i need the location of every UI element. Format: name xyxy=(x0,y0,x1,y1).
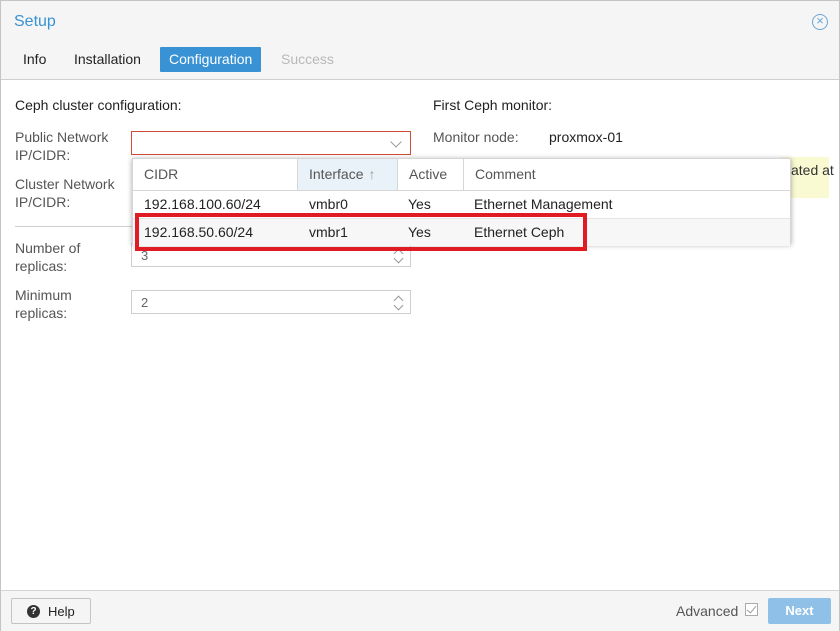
cell-cidr: 192.168.100.60/24 xyxy=(144,196,261,212)
public-network-select[interactable] xyxy=(131,131,411,155)
chevron-down-icon[interactable] xyxy=(390,136,402,148)
network-picker-dropdown: CIDR Interface ↑ Active Comment 192.168.1… xyxy=(132,158,791,246)
cell-comment: Ethernet Ceph xyxy=(474,224,565,240)
column-header-interface[interactable]: Interface ↑ xyxy=(298,159,398,190)
cluster-network-label-line2: IP/CIDR: xyxy=(15,194,71,210)
public-network-label-line1: Public Network xyxy=(15,129,109,145)
replicas-label-line2: replicas: xyxy=(15,258,68,274)
dialog-footer: ? Help Advanced Next xyxy=(1,590,839,631)
column-header-active-label: Active xyxy=(409,166,448,182)
ceph-config-heading: Ceph cluster configuration: xyxy=(15,97,182,113)
spinner-arrows-icon[interactable] xyxy=(393,293,404,311)
replicas-spinner[interactable]: 3 xyxy=(131,243,411,267)
tab-info[interactable]: Info xyxy=(14,47,55,72)
column-header-cidr-label: CIDR xyxy=(144,166,179,182)
min-replicas-value: 2 xyxy=(141,295,149,310)
dialog-titlebar: Setup × xyxy=(1,1,839,41)
column-header-cidr[interactable]: CIDR xyxy=(133,159,298,190)
close-icon[interactable]: × xyxy=(812,14,828,30)
help-button[interactable]: ? Help xyxy=(11,598,91,624)
help-label: Help xyxy=(48,604,75,619)
column-header-comment[interactable]: Comment xyxy=(464,159,790,190)
dialog-title: Setup xyxy=(14,13,56,30)
spinner-arrows-icon[interactable] xyxy=(393,246,404,264)
cell-interface: vmbr1 xyxy=(309,224,348,240)
next-button[interactable]: Next xyxy=(768,598,831,624)
configuration-panel: Ceph cluster configuration: Public Netwo… xyxy=(1,80,839,590)
cell-cidr: 192.168.50.60/24 xyxy=(144,224,253,240)
tab-installation[interactable]: Installation xyxy=(65,47,150,72)
table-row[interactable]: 192.168.50.60/24 vmbr1 Yes Ethernet Ceph xyxy=(133,218,790,246)
question-circle-icon: ? xyxy=(27,605,40,618)
cluster-network-label-line1: Cluster Network xyxy=(15,176,115,192)
column-header-interface-label: Interface xyxy=(309,166,364,182)
replicas-label: Number of replicas: xyxy=(15,239,80,275)
column-header-active[interactable]: Active xyxy=(398,159,464,190)
advanced-label: Advanced xyxy=(676,603,739,619)
info-hint-text: ated at xyxy=(791,162,834,178)
tab-configuration[interactable]: Configuration xyxy=(160,47,262,72)
sort-ascending-icon: ↑ xyxy=(368,166,376,182)
column-header-comment-label: Comment xyxy=(475,166,536,182)
cell-interface: vmbr0 xyxy=(309,196,348,212)
public-network-label: Public Network IP/CIDR: xyxy=(15,128,108,164)
tab-success: Success xyxy=(281,51,334,67)
grid-header: CIDR Interface ↑ Active Comment xyxy=(133,159,790,191)
min-replicas-label: Minimum replicas: xyxy=(15,286,72,322)
cell-active: Yes xyxy=(408,196,431,212)
cluster-network-label: Cluster Network IP/CIDR: xyxy=(15,175,115,211)
wizard-tabs: Info Installation Configuration Success xyxy=(1,41,839,80)
monitor-heading: First Ceph monitor: xyxy=(433,97,553,113)
replicas-value: 3 xyxy=(141,248,149,263)
min-replicas-label-line1: Minimum xyxy=(15,287,72,303)
monitor-node-value: proxmox-01 xyxy=(549,129,623,145)
setup-dialog: Setup × Info Installation Configuration … xyxy=(0,0,840,631)
min-replicas-spinner[interactable]: 2 xyxy=(131,290,411,314)
table-row[interactable]: 192.168.100.60/24 vmbr0 Yes Ethernet Man… xyxy=(133,191,790,218)
min-replicas-label-line2: replicas: xyxy=(15,305,68,321)
cell-active: Yes xyxy=(408,224,431,240)
advanced-checkbox[interactable] xyxy=(745,603,758,616)
replicas-label-line1: Number of xyxy=(15,240,81,256)
monitor-node-label: Monitor node: xyxy=(433,129,519,145)
cell-comment: Ethernet Management xyxy=(474,196,613,212)
public-network-label-line2: IP/CIDR: xyxy=(15,147,71,163)
checkmark-icon xyxy=(746,603,757,614)
